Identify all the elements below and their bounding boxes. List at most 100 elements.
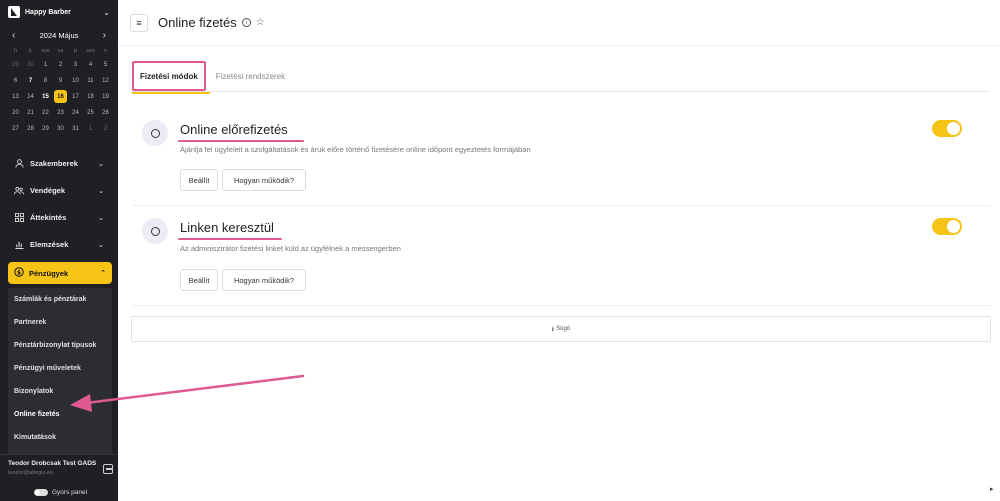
prev-month-icon[interactable]: ‹ xyxy=(12,30,15,41)
calendar-day[interactable]: 5 xyxy=(98,57,113,72)
main-content: ≡ Online fizetés i ☆ Fizetési módok Fize… xyxy=(118,0,1000,501)
calendar-day[interactable]: 14 xyxy=(23,89,38,104)
nav-label: Elemzések xyxy=(30,240,69,249)
info-icon[interactable]: i xyxy=(241,18,251,27)
how-it-works-button[interactable]: Hogyan működik? xyxy=(222,269,306,291)
quick-panel-label: Gyors panel xyxy=(52,489,88,496)
submenu-item[interactable]: Kimutatások xyxy=(8,426,112,449)
method-description: Ajánlja fel ügyfeleit a szolgáltatások é… xyxy=(180,145,531,154)
calendar-day[interactable]: 25 xyxy=(83,105,98,120)
setup-button[interactable]: Beállít xyxy=(180,269,218,291)
calendar-day[interactable]: 21 xyxy=(23,105,38,120)
user-panel: Teodor Drobcsak Test GADS teodor@altegio… xyxy=(0,454,118,484)
nav-item-elemzesek[interactable]: Elemzések ⌄ xyxy=(0,231,118,258)
help-label: Súgó xyxy=(556,326,571,332)
weekday-label: h xyxy=(13,48,18,54)
calendar-day-today[interactable]: 16 xyxy=(54,90,67,103)
payment-method-online-prepayment: Online előrefizetés Ajánlja fel ügyfelei… xyxy=(132,108,990,206)
calendar-day[interactable]: 19 xyxy=(98,89,113,104)
calendar-day[interactable]: 11 xyxy=(83,73,98,88)
brand-name: Happy Barber xyxy=(25,8,71,16)
method-title: Online előrefizetés xyxy=(180,122,288,137)
mini-calendar: ‹ 2024 Május › h k sze cs p szo v 29 30 1 2 3 4 5 6 7 8 9… xyxy=(0,24,118,136)
chevron-down-icon: ⌄ xyxy=(98,187,104,195)
calendar-day[interactable]: 10 xyxy=(68,73,83,88)
nav-label: Vendégek xyxy=(30,186,66,195)
calendar-day[interactable]: 22 xyxy=(38,105,53,120)
calendar-day[interactable]: 2 xyxy=(98,121,113,136)
calendar-day[interactable]: 8 xyxy=(38,73,53,88)
chart-icon xyxy=(14,240,24,250)
user-email: teodor@altegio.eu xyxy=(8,470,54,476)
calendar-day[interactable]: 27 xyxy=(8,121,23,136)
tabs: Fizetési módok Fizetési rendszerek xyxy=(132,58,988,94)
calendar-day[interactable]: 1 xyxy=(83,121,98,136)
payment-method-via-link: Linken keresztül Az adminisztrátor fizet… xyxy=(132,206,990,306)
setup-button[interactable]: Beállít xyxy=(180,169,218,191)
calendar-day[interactable]: 2 xyxy=(53,57,68,72)
nav-label: Pénzügyek xyxy=(29,268,69,278)
topbar: ≡ Online fizetés i ☆ xyxy=(118,0,1000,46)
calendar-day[interactable]: 23 xyxy=(53,105,68,120)
main-nav: Szakemberek ⌄ Vendégek ⌄ Áttekintés ⌄ El… xyxy=(0,150,118,472)
calendar-day[interactable]: 31 xyxy=(68,121,83,136)
tab-fizetesi-rendszerek[interactable]: Fizetési rendszerek xyxy=(210,61,291,91)
nav-item-attekintes[interactable]: Áttekintés ⌄ xyxy=(0,204,118,231)
nav-item-penzugyek[interactable]: $ Pénzügyek ⌃ xyxy=(8,262,112,284)
tab-fizetesi-modok[interactable]: Fizetési módok xyxy=(132,61,206,91)
method-enabled-toggle[interactable] xyxy=(932,218,962,235)
submenu-item[interactable]: Pénztárbizonylat típusok xyxy=(8,334,112,357)
calendar-day[interactable]: 28 xyxy=(23,121,38,136)
prepayment-icon xyxy=(142,120,168,146)
submenu-item[interactable]: Pénzügyi műveletek xyxy=(8,357,112,380)
calendar-day[interactable]: 6 xyxy=(8,73,23,88)
scroll-right-icon[interactable]: ▸ xyxy=(990,485,998,495)
calendar-day[interactable]: 30 xyxy=(23,57,38,72)
method-title: Linken keresztül xyxy=(180,220,274,235)
calendar-day[interactable]: 18 xyxy=(83,89,98,104)
calendar-day[interactable]: 4 xyxy=(83,57,98,72)
calendar-day[interactable]: 30 xyxy=(53,121,68,136)
calendar-day[interactable]: 1 xyxy=(38,57,53,72)
calendar-day[interactable]: 12 xyxy=(98,73,113,88)
calendar-day[interactable]: 26 xyxy=(98,105,113,120)
logout-icon[interactable] xyxy=(103,464,113,474)
user-icon xyxy=(14,159,24,169)
calendar-day[interactable]: 15 xyxy=(38,89,53,104)
nav-item-vendegek[interactable]: Vendégek ⌄ xyxy=(0,177,118,204)
calendar-day[interactable]: 13 xyxy=(8,89,23,104)
quick-panel-toggle[interactable]: Gyors panel xyxy=(0,484,118,501)
calendar-day[interactable]: 3 xyxy=(68,57,83,72)
menu-toggle-button[interactable]: ≡ xyxy=(130,13,148,32)
chevron-down-icon: ⌄ xyxy=(98,214,104,222)
chevron-down-icon: ⌄ xyxy=(98,241,104,249)
method-enabled-toggle[interactable] xyxy=(932,120,962,137)
nav-label: Szakemberek xyxy=(30,159,78,168)
calendar-day[interactable]: 24 xyxy=(68,105,83,120)
method-description: Az adminisztrátor fizetési linket küld a… xyxy=(180,244,401,253)
submenu-item[interactable]: Bizonylatok xyxy=(8,380,112,403)
weekday-label: p xyxy=(73,48,78,54)
how-it-works-button[interactable]: Hogyan működik? xyxy=(222,169,306,191)
submenu-item[interactable]: Online fizetés xyxy=(8,403,112,426)
next-month-icon[interactable]: › xyxy=(103,30,106,41)
nav-item-szakemberek[interactable]: Szakemberek ⌄ xyxy=(0,150,118,177)
calendar-day[interactable]: 17 xyxy=(68,89,83,104)
calendar-day[interactable]: 7 xyxy=(23,73,38,88)
help-bar[interactable]: ℹ Súgó xyxy=(131,316,991,342)
submenu-item[interactable]: Számlák és pénztárak xyxy=(8,288,112,311)
annotation-underline xyxy=(178,140,304,142)
toggle-switch[interactable] xyxy=(34,489,48,496)
submenu-item[interactable]: Partnerek xyxy=(8,311,112,334)
calendar-day[interactable]: 9 xyxy=(53,73,68,88)
calendar-day[interactable]: 20 xyxy=(8,105,23,120)
calendar-day[interactable]: 29 xyxy=(38,121,53,136)
weekday-label: cs xyxy=(57,48,64,54)
calendar-day[interactable]: 29 xyxy=(8,57,23,72)
active-tab-indicator xyxy=(132,92,210,94)
brand-switcher[interactable]: Happy Barber ⌄ xyxy=(0,0,118,24)
user-name: Teodor Drobcsak Test GADS xyxy=(8,460,97,467)
star-icon[interactable]: ☆ xyxy=(256,17,265,28)
weekday-label: sze xyxy=(41,48,50,54)
page-title: Online fizetés xyxy=(158,15,237,30)
